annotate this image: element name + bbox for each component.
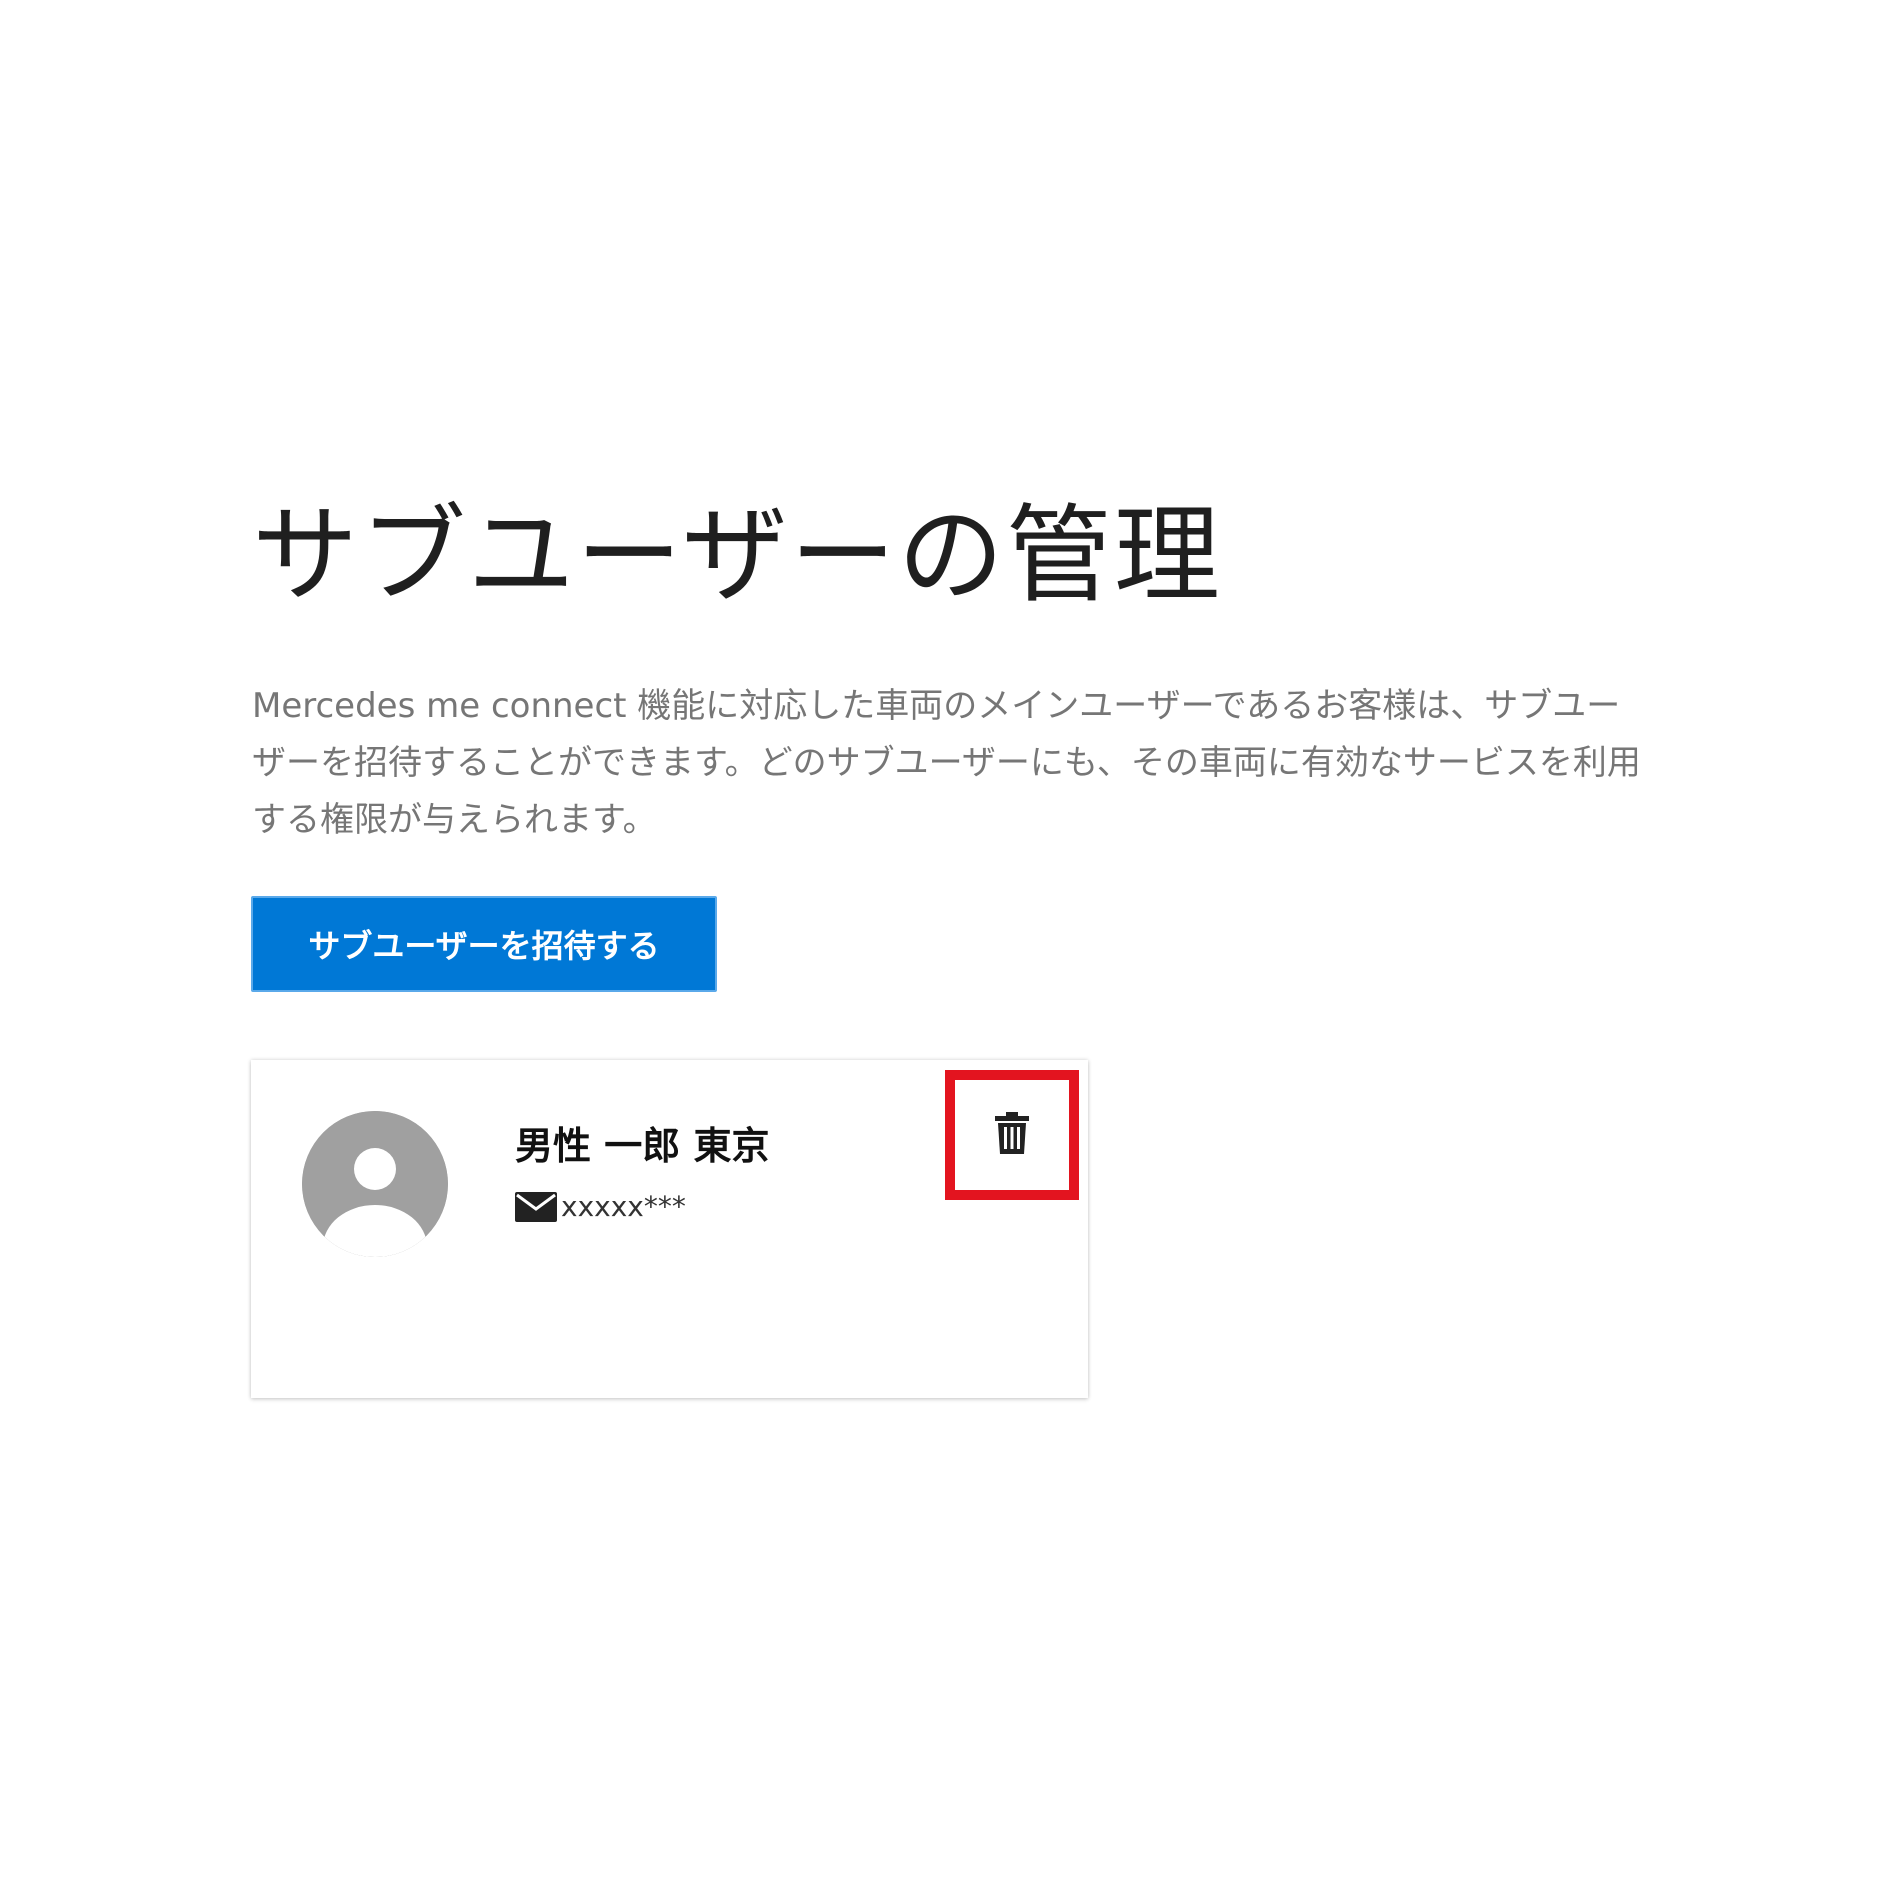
trash-icon (995, 1112, 1029, 1158)
invite-sub-user-button[interactable]: サブユーザーを招待する (251, 896, 717, 992)
sub-user-management-page: サブユーザーの管理 Mercedes me connect 機能に対応した車両の… (0, 0, 1884, 1884)
sub-user-name: 男性 一郎 東京 (515, 1124, 770, 1168)
page-title: サブユーザーの管理 (252, 494, 1222, 617)
sub-user-card: 男性 一郎 東京 xxxxx*** (251, 1060, 1088, 1398)
user-avatar-icon (302, 1111, 448, 1257)
delete-highlight-box (945, 1070, 1079, 1200)
sub-user-email-row: xxxxx*** (515, 1190, 686, 1223)
envelope-icon (515, 1191, 557, 1222)
delete-sub-user-button[interactable] (982, 1105, 1042, 1165)
page-description: Mercedes me connect 機能に対応した車両のメインユーザーである… (252, 686, 1641, 840)
sub-user-email: xxxxx*** (561, 1190, 686, 1223)
